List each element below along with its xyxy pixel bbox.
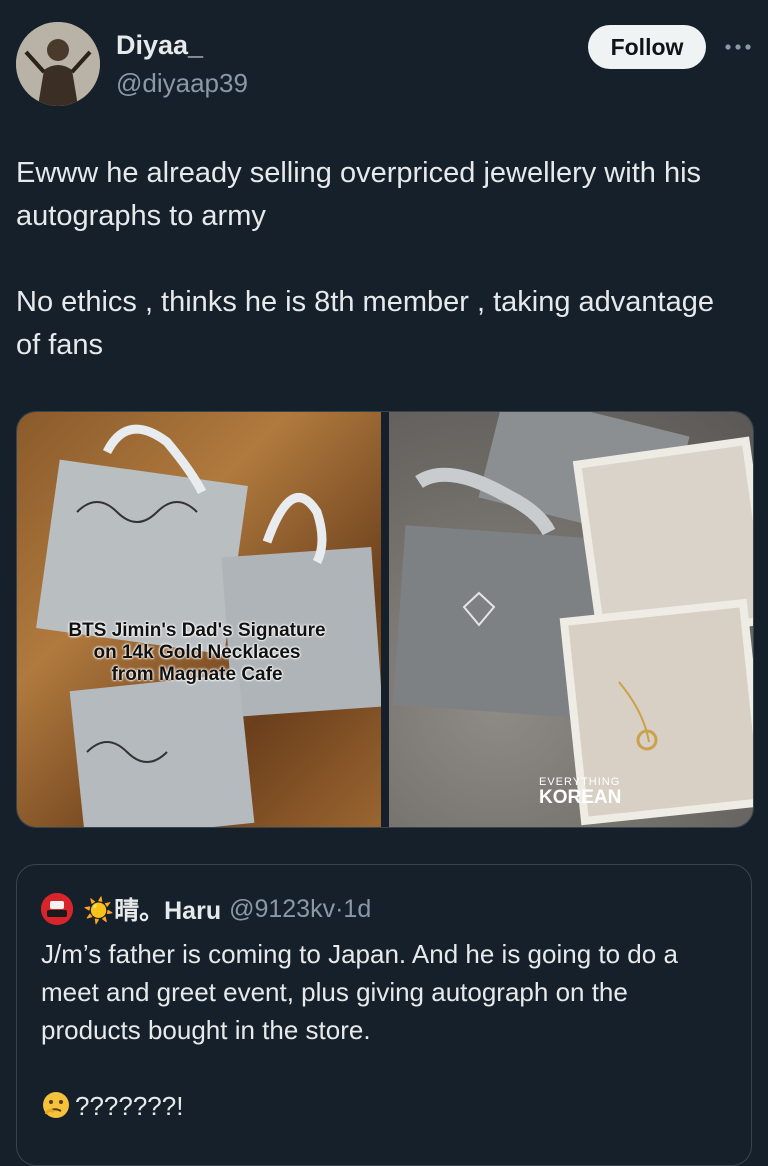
dot-separator: · (335, 894, 344, 923)
tweet-paragraph-2: No ethics , thinks he is 8th member , ta… (16, 286, 714, 361)
follow-button[interactable]: Follow (588, 25, 706, 69)
tweet-text: Ewww he already selling overpriced jewel… (16, 152, 746, 367)
caption-line-3: from Magnate Cafe (111, 664, 283, 685)
thinking-face-icon (43, 1092, 69, 1118)
quoted-author-handle[interactable]: @9123kv (229, 895, 335, 924)
media-caption: BTS Jimin's Dad's Signature on 14k Gold … (27, 620, 367, 686)
quoted-tweet[interactable]: ☀️晴。Haru @9123kv · 1d J/m’s father is co… (16, 864, 752, 1166)
quoted-author-name[interactable]: ☀️晴。Haru (83, 891, 221, 927)
caption-line-1: BTS Jimin's Dad's Signature (68, 620, 326, 641)
author-display-name[interactable]: Diyaa_ (116, 30, 203, 61)
quoted-paragraph-1: J/m’s father is coming to Japan. And he … (41, 939, 678, 1045)
quoted-author-avatar[interactable] (41, 893, 73, 925)
tweet-paragraph-1: Ewww he already selling overpriced jewel… (16, 157, 702, 232)
media-image-jewelry-box[interactable]: EVERYTHING KOREAN (389, 412, 753, 827)
avatar-photo (16, 22, 100, 106)
jewelry-box-illustration (392, 412, 753, 826)
quoted-timestamp[interactable]: 1d (343, 895, 371, 924)
quoted-avatar-art (41, 893, 73, 925)
media-watermark: EVERYTHING KOREAN (539, 776, 622, 808)
question-marks: ???????! (75, 1091, 184, 1121)
quoted-tweet-text: J/m’s father is coming to Japan. And he … (41, 935, 731, 1125)
caption-line-2: on 14k Gold Necklaces (93, 642, 301, 663)
quoted-tweet-header: ☀️晴。Haru @9123kv · 1d (41, 893, 371, 925)
media-image-signature-boxes[interactable]: BTS Jimin's Dad's Signature on 14k Gold … (17, 412, 383, 827)
author-avatar[interactable] (16, 22, 100, 106)
more-horizontal-icon[interactable] (720, 32, 756, 62)
tweet-media[interactable]: BTS Jimin's Dad's Signature on 14k Gold … (16, 411, 754, 828)
quoted-paragraph-2: ???????! (41, 1087, 731, 1125)
author-handle[interactable]: @diyaap39 (116, 68, 248, 99)
